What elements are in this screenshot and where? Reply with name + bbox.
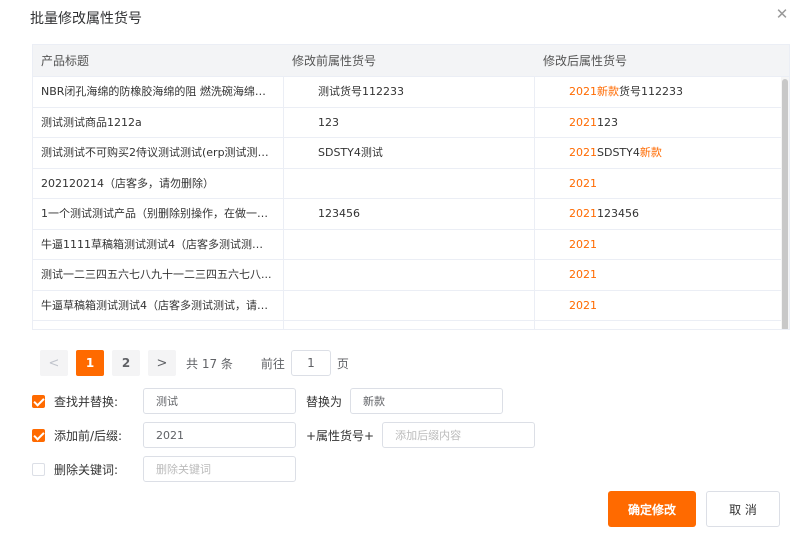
prev-page-button[interactable]: < [40, 350, 68, 376]
confirm-button[interactable]: 确定修改 [608, 491, 696, 527]
add-affix-label: 添加前/后缀: [54, 428, 123, 443]
table-row: 测试测试商品1212a 123 2021123 [33, 107, 789, 138]
cell-before: SDSTY4测试 [284, 138, 535, 168]
cell-after: 2021 [535, 169, 781, 199]
cell-after-prefix: 2021 [569, 207, 597, 220]
cell-title: 202120214（店客多，请勿删除） [33, 168, 284, 198]
delete-keyword-input[interactable] [143, 456, 296, 482]
cell-before: 123456 [284, 199, 535, 229]
cell-after-rest: 123456 [597, 207, 639, 220]
page-2-button[interactable]: 2 [112, 350, 140, 376]
cell-before: 123 [284, 107, 535, 137]
cell-after-prefix: 2021 [569, 176, 597, 190]
cell-title [33, 321, 284, 329]
table-row: 牛逼草稿箱测试测试4（店客多测试测试，请勿... 2021 [33, 290, 789, 321]
cell-before [284, 321, 535, 329]
add-affix-checkbox[interactable] [32, 428, 45, 442]
suffix-input[interactable] [382, 422, 536, 448]
pagination: < 1 2 > 共 17 条 前往 页 [40, 350, 349, 376]
total-count: 共 17 条 [186, 356, 233, 371]
delete-keyword-row: 删除关键词: [32, 456, 296, 482]
table-row [33, 321, 789, 329]
goto-label: 前往 [260, 356, 285, 371]
cell-before [284, 260, 535, 290]
page-unit-label: 页 [336, 356, 349, 371]
cell-title: 测试测试商品1212a [33, 107, 284, 137]
find-replace-row: 查找并替换: 替换为 [32, 388, 504, 414]
goto-page-input[interactable] [290, 350, 331, 376]
cell-after-prefix: 2021 [569, 268, 597, 281]
cell-title: 测试一二三四五六七八九十一二三四五六七八... [33, 260, 284, 290]
table-row: 测试测试不可购买2侍议测试测试(erp测试测试... SDSTY4测试 2021SD… [33, 138, 789, 169]
cell-after-prefix: 2021 [569, 298, 597, 312]
table-header: 产品标题 修改前属性货号 修改后属性货号 [33, 45, 789, 77]
cell-title: NBR闭孔海绵的防橡胶海绵的阻 燃洗碗海绵雪... [33, 77, 284, 107]
column-header-before: 修改前属性货号 [292, 54, 377, 68]
table-body: NBR闭孔海绵的防橡胶海绵的阻 燃洗碗海绵雪... 测试货号112233 2021新… [33, 77, 789, 329]
table-row: 测试一二三四五六七八九十一二三四五六七八... 2021 [33, 260, 789, 291]
cell-after: 2021123456 [535, 199, 781, 229]
cell-after-prefix: 2021 [569, 237, 597, 251]
cell-before [284, 290, 535, 320]
table-row: 202120214（店客多，请勿删除） 2021 [33, 168, 789, 199]
cell-title: 牛逼草稿箱测试测试4（店客多测试测试，请勿... [33, 290, 284, 320]
table-row: NBR闭孔海绵的防橡胶海绵的阻 燃洗碗海绵雪... 测试货号112233 2021新… [33, 77, 789, 108]
find-input[interactable] [143, 388, 296, 414]
prefix-input[interactable] [143, 422, 296, 448]
cancel-button[interactable]: 取 消 [706, 491, 780, 527]
cell-after: 2021 [535, 291, 781, 321]
delete-keyword-checkbox[interactable] [32, 462, 45, 476]
cell-before [284, 168, 535, 198]
column-header-title: 产品标题 [41, 54, 90, 68]
cell-after: 2021新款货号112233 [535, 77, 781, 107]
cell-after: 2021 [535, 230, 781, 260]
cell-after: 2021123 [535, 108, 781, 138]
cell-after: 2021SDSTY4新款 [535, 138, 781, 168]
cell-after-rest: 货号112233 [619, 85, 683, 98]
delete-keyword-label: 删除关键词: [54, 462, 119, 477]
cell-after-rest: SDSTY4 [597, 146, 640, 159]
cell-after-rest: 123 [597, 115, 618, 129]
dialog-title: 批量修改属性货号 [30, 11, 142, 27]
page-1-button[interactable]: 1 [76, 350, 104, 376]
cell-after-prefix: 2021 [569, 115, 597, 129]
replace-with-label: 替换为 [306, 394, 343, 409]
close-icon[interactable]: ✕ [774, 6, 790, 22]
next-page-button[interactable]: > [148, 350, 176, 376]
cell-after-prefix: 2021 [569, 85, 597, 98]
sku-table: 产品标题 修改前属性货号 修改后属性货号 NBR闭孔海绵的防橡胶海绵的阻 燃洗碗… [32, 44, 790, 330]
replace-input[interactable] [350, 388, 504, 414]
column-header-after: 修改后属性货号 [543, 54, 628, 68]
table-scrollbar-thumb[interactable] [782, 79, 788, 329]
cell-after [535, 321, 781, 329]
cell-after: 2021 [535, 260, 781, 290]
cell-title: 测试测试不可购买2侍议测试测试(erp测试测试... [33, 138, 284, 168]
cell-after-prefix: 2021 [569, 146, 597, 159]
find-replace-label: 查找并替换: [54, 394, 119, 409]
add-affix-row: 添加前/后缀: +属性货号+ [32, 422, 536, 448]
cell-before: 测试货号112233 [284, 77, 535, 107]
cell-title: 1一个测试测试产品（别删除别操作，在做一件... [33, 199, 284, 229]
cell-before [284, 229, 535, 259]
cell-after-suffix: 新款 [639, 146, 662, 159]
cell-after-mid: 新款 [597, 85, 619, 98]
table-row: 牛逼1111草稿箱测试测试4（店客多测试测试，... 2021 [33, 229, 789, 260]
find-replace-checkbox[interactable] [32, 394, 45, 408]
table-row: 1一个测试测试产品（别删除别操作，在做一件... 123456 2021123456 [33, 199, 789, 230]
sku-affix-label: +属性货号+ [306, 428, 375, 443]
cell-title: 牛逼1111草稿箱测试测试4（店客多测试测试，... [33, 229, 284, 259]
